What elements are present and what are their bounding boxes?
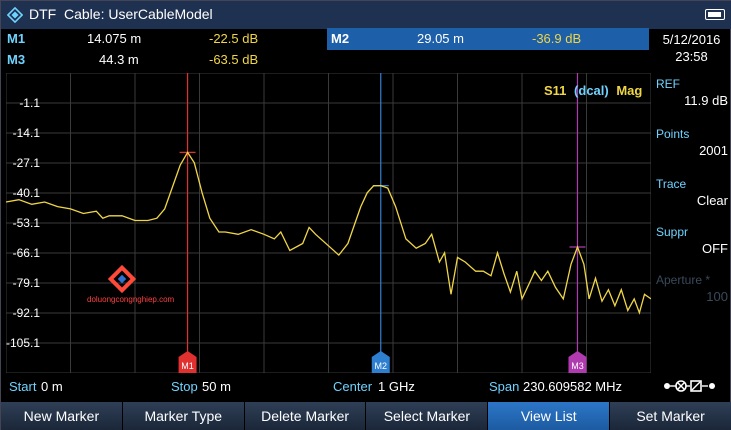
side-label: Suppr	[656, 225, 689, 239]
watermark-text: doluongcongnghiep.com	[87, 295, 175, 304]
marker-value: -22.5 dB	[209, 31, 259, 46]
marker-flag-label: M1	[181, 361, 194, 371]
marker-label: M3	[7, 52, 26, 67]
side-value: 11.9 dB	[684, 93, 728, 108]
start-value[interactable]: 0 m	[41, 379, 63, 394]
y-tick-label: -92.1	[13, 306, 41, 320]
side-aperture: Aperture * 100	[656, 273, 728, 304]
side-trace[interactable]: Trace Clear	[656, 177, 728, 208]
date-time: 5/12/2016 23:58	[651, 29, 731, 71]
marker-row-m3[interactable]: M3 44.3 m -63.5 dB	[1, 50, 649, 70]
title-bar: DTF Cable: UserCableModel	[1, 1, 731, 29]
y-tick-label: -105.1	[6, 336, 40, 350]
y-tick-label: -40.1	[13, 186, 41, 200]
start-label: Start	[9, 379, 37, 394]
side-value: 2001	[699, 143, 728, 158]
side-ref[interactable]: REF 11.9 dB	[656, 77, 728, 108]
span-value[interactable]: 230.609582 MHz	[523, 379, 622, 394]
marker-value: -36.9 dB	[532, 31, 582, 46]
marker-label: M2	[331, 31, 350, 46]
mode-logo-icon	[7, 7, 23, 23]
span-label: Span	[489, 379, 520, 394]
status-bar: Start 0 m Stop 50 m Center 1 GHz Span 23…	[1, 374, 651, 400]
marker-value: -63.5 dB	[209, 52, 259, 67]
y-tick-label: -1.1	[19, 96, 40, 110]
cable-label: Cable: UserCableModel	[64, 6, 213, 22]
marker-label: M1	[7, 31, 26, 46]
side-label: REF	[656, 77, 680, 91]
side-value: OFF	[702, 241, 728, 256]
trace-param: S11	[544, 83, 566, 98]
connection-status-icon	[664, 380, 715, 392]
side-value: Clear	[696, 193, 728, 208]
marker-flag-label: M2	[374, 361, 387, 371]
center-label: Center	[333, 379, 373, 394]
side-label: Aperture *	[656, 273, 711, 287]
trace-title: S11 (dcal) Mag	[544, 83, 642, 98]
side-suppr[interactable]: Suppr OFF	[656, 225, 728, 256]
trace-cal: (dcal)	[574, 83, 609, 98]
battery-icon	[705, 9, 725, 20]
marker-distance: 44.3 m	[99, 52, 139, 67]
y-tick-label: -79.1	[13, 276, 41, 290]
softkey-view-list[interactable]: View List	[488, 402, 611, 430]
marker-distance: 14.075 m	[87, 31, 142, 46]
y-tick-label: -66.1	[13, 246, 41, 260]
side-points[interactable]: Points 2001	[656, 127, 728, 158]
marker-row-m2[interactable]: M2 29.05 m -36.9 dB	[327, 29, 649, 49]
side-label: Trace	[656, 177, 687, 191]
softkey-delete-marker[interactable]: Delete Marker	[244, 402, 367, 430]
dtf-plot[interactable]: -1.1 -14.1 -27.1 -40.1 -53.1 -66.1 -79.1 -92.1 -…	[6, 73, 651, 373]
mode-label: DTF	[29, 6, 57, 22]
softkey-bar: New Marker Marker Type Delete Marker Select…	[1, 402, 731, 430]
analyzer-screen: DTF Cable: UserCableModel M1 14.075 m -2…	[0, 0, 731, 430]
marker-distance: 29.05 m	[417, 31, 464, 46]
center-value[interactable]: 1 GHz	[378, 379, 415, 394]
stop-label: Stop	[171, 379, 198, 394]
side-label: Points	[656, 127, 690, 141]
time-label: 23:58	[675, 49, 708, 64]
softkey-set-marker[interactable]: Set Marker	[610, 402, 731, 430]
date-label: 5/12/2016	[662, 32, 721, 47]
window-title: DTF Cable: UserCableModel	[29, 6, 213, 22]
side-panel: REF 11.9 dB Points 2001 Trace Clear Supp…	[651, 73, 731, 373]
stop-value[interactable]: 50 m	[202, 379, 231, 394]
marker-flag-label: M3	[571, 361, 584, 371]
y-tick-label: -53.1	[13, 216, 41, 230]
trace-format: Mag	[616, 83, 642, 98]
softkey-select-marker[interactable]: Select Marker	[366, 402, 489, 430]
y-tick-label: -27.1	[13, 156, 41, 170]
softkey-marker-type[interactable]: Marker Type	[122, 402, 245, 430]
softkey-new-marker[interactable]: New Marker	[1, 402, 123, 430]
side-value: 100	[706, 289, 728, 304]
y-tick-label: -14.1	[13, 126, 41, 140]
